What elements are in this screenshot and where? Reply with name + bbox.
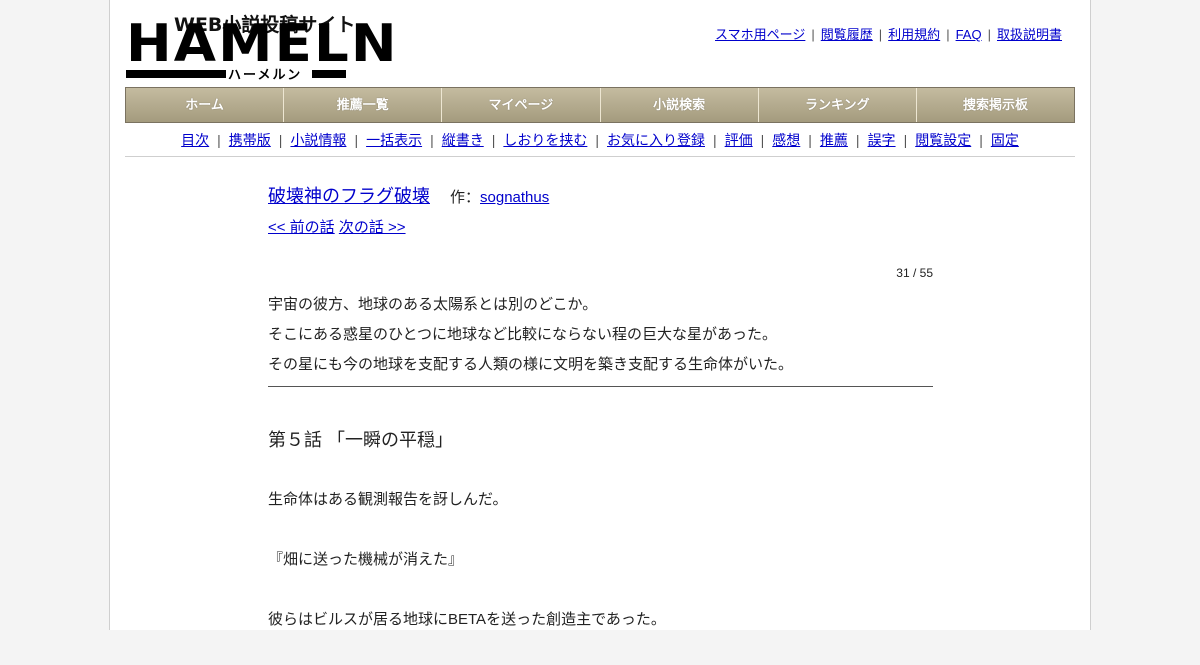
episode-counter: 31 / 55 bbox=[896, 266, 933, 280]
logo-bar-left bbox=[126, 70, 226, 78]
next-episode-link[interactable]: 次の話 >> bbox=[339, 219, 406, 236]
body-paragraph: 彼らはビルスが居る地球にBETAを送った創造主であった。 bbox=[268, 611, 666, 628]
chapter-body: 生命体はある観測報告を訝しんだ。 『畑に送った機械が消えた』 彼らはビルスが居る… bbox=[268, 485, 933, 665]
author-link[interactable]: sognathus bbox=[480, 189, 549, 206]
subnav-mobile[interactable]: 携帯版 bbox=[229, 132, 271, 148]
subnav-vertical[interactable]: 縦書き bbox=[442, 132, 484, 148]
hameln-logo[interactable]: WEB小説投稿サイト HAMELN ハーメルン bbox=[126, 10, 397, 83]
manual-link[interactable]: 取扱説明書 bbox=[997, 27, 1062, 42]
chapter-title: 第５話 「一瞬の平穏」 bbox=[268, 430, 453, 450]
nav-home[interactable]: ホーム bbox=[126, 88, 285, 122]
preface-line: そこにある惑星のひとつに地球など比較にならない程の巨大な星があった。 bbox=[268, 326, 777, 343]
nav-novel-search[interactable]: 小説検索 bbox=[600, 88, 759, 122]
preface: 宇宙の彼方、地球のある太陽系とは別のどこか。 そこにある惑星のひとつに地球など比… bbox=[268, 290, 933, 380]
nav-ranking[interactable]: ランキング bbox=[758, 88, 917, 122]
terms-link[interactable]: 利用規約 bbox=[888, 27, 940, 42]
preface-divider bbox=[268, 386, 933, 387]
author-prefix: 作： bbox=[450, 189, 481, 206]
subnav-impressions[interactable]: 感想 bbox=[772, 132, 800, 148]
subnav-bookmark[interactable]: しおりを挟む bbox=[503, 132, 587, 148]
prev-episode-link[interactable]: << 前の話 bbox=[268, 219, 335, 236]
subnav-typo[interactable]: 誤字 bbox=[868, 132, 896, 148]
faq-link[interactable]: FAQ bbox=[956, 27, 982, 42]
subnav-rating[interactable]: 評価 bbox=[725, 132, 753, 148]
subnav-pin[interactable]: 固定 bbox=[991, 132, 1019, 148]
subnav-view-settings[interactable]: 閲覧設定 bbox=[915, 132, 971, 148]
subnav-novel-info[interactable]: 小説情報 bbox=[290, 132, 346, 148]
top-links: スマホ用ページ | 閲覧履歴 | 利用規約 | FAQ | 取扱説明書 bbox=[715, 27, 1062, 42]
subnav-favorite[interactable]: お気に入り登録 bbox=[607, 132, 705, 148]
novel-header: 破壊神のフラグ破壊 作：sognathus bbox=[268, 182, 933, 208]
nav-mypage[interactable]: マイページ bbox=[442, 88, 601, 122]
smartphone-page-link[interactable]: スマホ用ページ bbox=[715, 27, 805, 42]
novel-content: 破壊神のフラグ破壊 作：sognathus << 前の話 次の話 >> 31 / … bbox=[268, 182, 933, 628]
page-container: WEB小説投稿サイト HAMELN ハーメルン スマホ用ページ | 閲覧履歴 | 利用規… bbox=[109, 0, 1091, 630]
preface-line: 宇宙の彼方、地球のある太陽系とは別のどこか。 bbox=[268, 296, 598, 313]
main-nav: ホーム 推薦一覧 マイページ 小説検索 ランキング 捜索掲示板 bbox=[125, 87, 1075, 123]
preface-line: その星にも今の地球を支配する人類の様に文明を築き支配する生命体がいた。 bbox=[268, 356, 794, 373]
logo-kana: ハーメルン bbox=[228, 68, 303, 83]
nav-recommendations[interactable]: 推薦一覧 bbox=[284, 88, 443, 122]
body-paragraph: 生命体はある観測報告を訝しんだ。 bbox=[268, 491, 508, 508]
subnav-recommend[interactable]: 推薦 bbox=[820, 132, 848, 148]
nav-search-board[interactable]: 捜索掲示板 bbox=[916, 88, 1075, 122]
sub-nav: 目次 | 携帯版 | 小説情報 | 一括表示 | 縦書き | しおりを挟む | お気に入り登録 | 評価 | 感… bbox=[181, 132, 1019, 148]
subnav-toc[interactable]: 目次 bbox=[181, 132, 209, 148]
logo-bar-right bbox=[312, 70, 346, 78]
history-link[interactable]: 閲覧履歴 bbox=[821, 27, 873, 42]
body-paragraph: 『畑に送った機械が消えた』 bbox=[268, 551, 464, 568]
logo-name: HAMELN bbox=[126, 14, 399, 74]
subnav-all-display[interactable]: 一括表示 bbox=[366, 132, 422, 148]
divider bbox=[125, 156, 1075, 157]
episode-nav: << 前の話 次の話 >> bbox=[268, 216, 933, 237]
novel-title-link[interactable]: 破壊神のフラグ破壊 bbox=[268, 186, 430, 206]
